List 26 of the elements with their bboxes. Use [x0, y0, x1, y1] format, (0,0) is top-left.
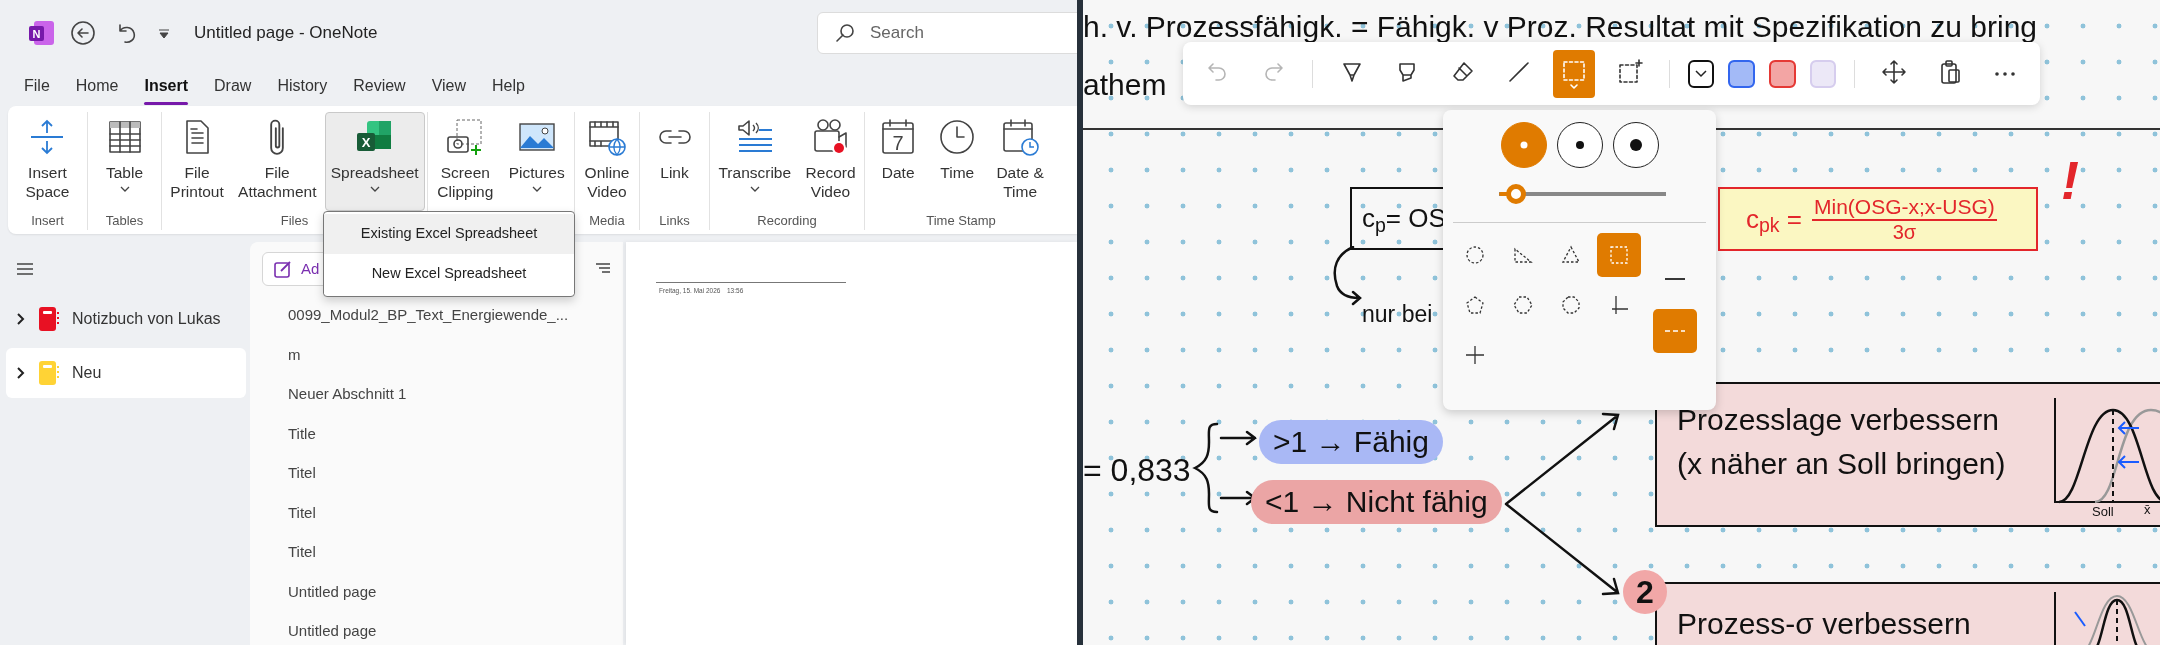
group-label: Files: [280, 211, 309, 230]
numerator-text: Min(OSG-x;x-USG): [1812, 194, 1997, 222]
group-label: Media: [589, 211, 625, 230]
axis-label: x̄: [2144, 501, 2151, 519]
highlighted-text: >1 → Fähig: [1259, 420, 1443, 464]
group-label: Insert: [31, 211, 64, 230]
group-label: Recording: [757, 211, 817, 230]
highlighted-text: <1 → Nicht fähig: [1251, 480, 1502, 524]
handwritten-text: athem: [1083, 67, 1167, 103]
group-label: Links: [659, 211, 690, 230]
handwritten-text: Prozesslage verbessern: [1677, 402, 2000, 438]
group-label: Tables: [105, 211, 144, 230]
denominator-text: 3σ: [1892, 221, 1917, 244]
window-title: Untitled page - OneNote: [194, 22, 378, 45]
handwritten-text: Prozess-σ verbessern: [1677, 606, 1971, 642]
handwritten-text: (x näher an Soll bringen): [1677, 445, 2006, 482]
group-label: Time Stamp: [926, 211, 996, 230]
step-number: 2: [1623, 570, 1667, 614]
handwritten-text: = 0,833: [1083, 451, 1191, 490]
handwritten-text: h. v. Prozessfähigk. = Fähigk. v Proz. Resultat mit Spezifikation zu bring: [1083, 9, 2038, 45]
axis-label: Soll: [2092, 503, 2114, 521]
app-logo: N: [28, 19, 56, 47]
formula-text: c$_{p}$= OS: [1362, 202, 1446, 238]
exclamation-mark: !: [2061, 149, 2079, 212]
formula-text: c$_{pk}$ =: [1746, 202, 1803, 239]
handwritten-text: nur bei: [1362, 300, 1433, 329]
